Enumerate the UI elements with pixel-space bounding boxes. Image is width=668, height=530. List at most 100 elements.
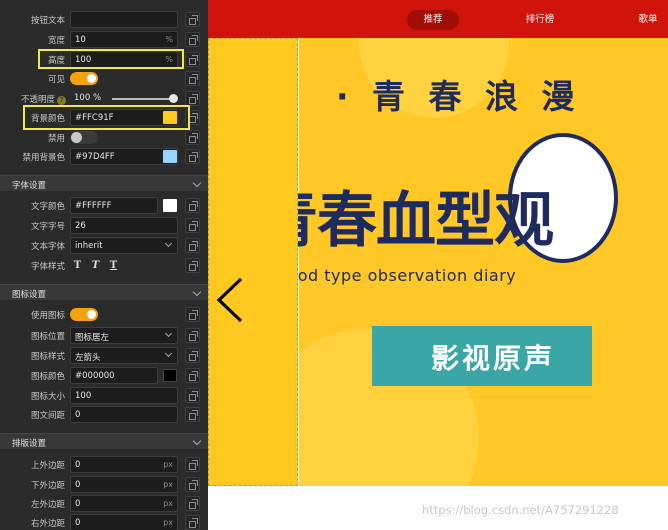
icon-position-value: 图标居左: [75, 333, 110, 343]
margin-left-input[interactable]: 0 px: [70, 495, 178, 512]
width-unit: %: [165, 35, 173, 44]
opacity-unit: %: [92, 93, 102, 103]
use-icon-label: 使用图标: [30, 311, 65, 321]
copy-icon[interactable]: [185, 130, 200, 145]
font-section-header[interactable]: 字体设置: [0, 175, 208, 191]
disabled-bg-label: 禁用背景色: [22, 153, 65, 163]
nav-item-recommend[interactable]: 推荐: [407, 10, 459, 30]
icon-position-select[interactable]: 图标居左: [70, 327, 178, 344]
chevron-down-icon: [164, 239, 173, 248]
width-label: 宽度: [47, 36, 65, 46]
row-use-icon: 使用图标: [0, 305, 208, 325]
margin-right-input[interactable]: 0 px: [70, 514, 178, 530]
visible-label: 可见: [47, 75, 65, 85]
top-nav-bar: 推荐 排行榜 歌单: [208, 0, 668, 38]
icon-position-label: 图标位置: [30, 332, 65, 342]
copy-icon[interactable]: [185, 348, 200, 363]
copy-icon[interactable]: [185, 407, 200, 422]
row-icon-position: 图标位置 图标居左: [0, 326, 208, 346]
copy-icon[interactable]: [185, 52, 200, 67]
icon-gap-input[interactable]: 0: [70, 406, 178, 423]
icon-color-input[interactable]: #000000: [70, 367, 158, 384]
margin-left-label: 左外边距: [30, 500, 65, 510]
chevron-down-icon: [192, 436, 202, 446]
margin-top-input[interactable]: 0 px: [70, 456, 178, 473]
icon-gap-label: 图文间距: [30, 411, 65, 421]
button-text-input[interactable]: [70, 11, 178, 28]
use-icon-toggle[interactable]: [70, 308, 98, 321]
copy-icon[interactable]: [185, 258, 200, 273]
row-font-size: 文字字号 26: [0, 216, 208, 236]
margin-left-unit: px: [163, 499, 173, 508]
copy-icon[interactable]: [185, 496, 200, 511]
copy-icon[interactable]: [185, 91, 200, 106]
width-input[interactable]: 10 %: [70, 31, 178, 48]
row-font-style: 字体样式 T T T: [0, 256, 208, 276]
copy-icon[interactable]: [185, 12, 200, 27]
icon-style-label: 图标样式: [30, 352, 65, 362]
opacity-slider-handle[interactable]: [169, 94, 178, 103]
text-color-swatch[interactable]: [163, 199, 177, 212]
icon-size-input[interactable]: 100: [70, 387, 178, 404]
opacity-slider-track[interactable]: [112, 98, 176, 100]
icon-style-select[interactable]: 左箭头: [70, 347, 178, 364]
margin-left-value: 0: [75, 499, 81, 509]
icon-color-swatch[interactable]: [163, 369, 177, 382]
icon-size-label: 图标大小: [30, 392, 65, 402]
margin-bottom-input[interactable]: 0 px: [70, 476, 178, 493]
chevron-down-icon: [164, 329, 173, 338]
nav-item-playlists[interactable]: 歌单: [622, 10, 668, 30]
copy-icon[interactable]: [185, 71, 200, 86]
row-font-family: 文本字体 inherit: [0, 236, 208, 256]
italic-icon[interactable]: T: [88, 258, 103, 273]
icon-color-label: 图标颜色: [30, 372, 65, 382]
copy-icon[interactable]: [185, 307, 200, 322]
font-family-select[interactable]: inherit: [70, 237, 178, 254]
font-size-input[interactable]: 26: [70, 217, 178, 234]
copy-icon[interactable]: [185, 328, 200, 343]
nav-item-charts[interactable]: 排行榜: [514, 10, 566, 30]
layout-section-header[interactable]: 排版设置: [0, 433, 208, 449]
copy-icon[interactable]: [185, 32, 200, 47]
copy-icon[interactable]: [185, 515, 200, 530]
row-visible: 可见: [0, 69, 208, 89]
row-icon-style: 图标样式 左箭头: [0, 346, 208, 366]
opacity-value: 100: [74, 93, 91, 103]
banner-bar-text: 影视原声: [431, 342, 556, 375]
copy-icon[interactable]: [185, 198, 200, 213]
margin-top-label: 上外边距: [30, 461, 65, 471]
text-color-input[interactable]: #FFFFFF: [70, 197, 158, 214]
help-icon[interactable]: ?: [57, 96, 66, 105]
margin-right-unit: px: [163, 518, 173, 527]
width-value: 10: [75, 35, 86, 45]
row-icon-color: 图标颜色 #000000: [0, 366, 208, 386]
margin-right-value: 0: [75, 518, 81, 528]
row-button-text: 按钮文本: [0, 10, 208, 30]
chevron-down-icon: [192, 178, 202, 188]
row-disabled: 禁用: [0, 128, 208, 148]
row-margin-top: 上外边距 0 px: [0, 455, 208, 475]
copy-icon[interactable]: [185, 149, 200, 164]
opacity-label: 不透明度?: [21, 93, 66, 105]
bold-icon[interactable]: T: [70, 258, 85, 273]
icon-section-title: 图标设置: [12, 290, 47, 300]
banner-subtitle: Blood type observation diary: [271, 266, 517, 285]
copy-icon[interactable]: [185, 477, 200, 492]
icon-section-header[interactable]: 图标设置: [0, 284, 208, 300]
disabled-bg-input[interactable]: #97D4FF: [70, 148, 178, 165]
button-text-label: 按钮文本: [30, 16, 65, 26]
disabled-bg-swatch[interactable]: [163, 150, 177, 163]
copy-icon[interactable]: [185, 218, 200, 233]
text-color-label: 文字颜色: [30, 202, 65, 212]
visible-toggle[interactable]: [70, 72, 98, 85]
copy-icon[interactable]: [185, 368, 200, 383]
font-family-label: 文本字体: [30, 242, 65, 252]
underline-icon[interactable]: T: [106, 258, 121, 273]
copy-icon[interactable]: [185, 238, 200, 253]
layout-section-title: 排版设置: [12, 439, 47, 449]
disabled-toggle[interactable]: [70, 131, 98, 144]
selected-prev-button[interactable]: [208, 38, 298, 486]
copy-icon[interactable]: [185, 457, 200, 472]
copy-icon[interactable]: [185, 388, 200, 403]
margin-right-label: 右外边距: [30, 519, 65, 529]
